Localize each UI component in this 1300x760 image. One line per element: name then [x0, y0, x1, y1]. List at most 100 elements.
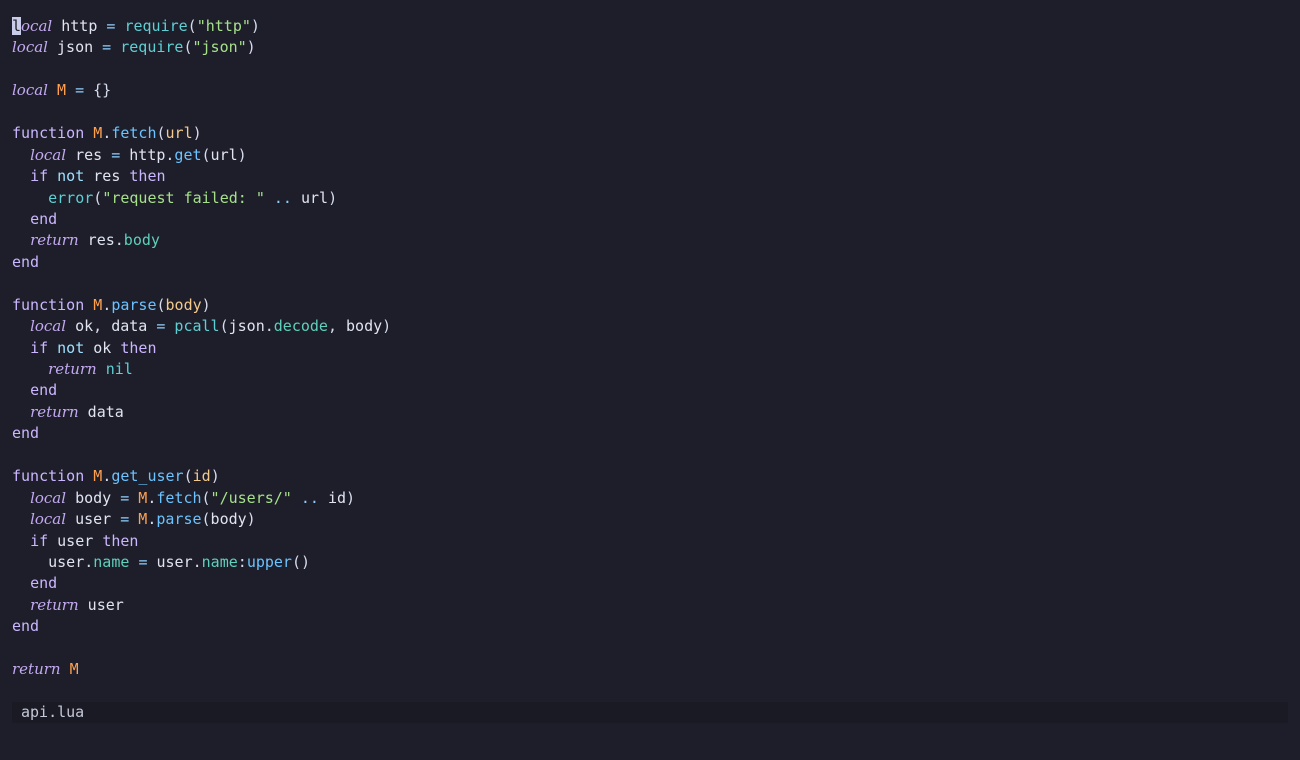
code-token: local	[30, 145, 67, 164]
code-line[interactable]: local res = http.get(url)	[12, 145, 391, 166]
code-token: local	[12, 81, 48, 100]
code-token: user	[147, 552, 193, 571]
code-token: return	[30, 231, 79, 250]
code-token: =	[120, 488, 130, 507]
code-line[interactable]	[12, 273, 391, 294]
code-token: end	[30, 209, 58, 228]
code-token: function	[12, 124, 85, 143]
code-line[interactable]: if not ok then	[12, 338, 391, 359]
code-token: .	[147, 510, 157, 529]
code-token: )	[246, 38, 256, 57]
code-token: then	[129, 167, 166, 186]
code-line[interactable]: local body = M.fetch("/users/" .. id)	[12, 488, 391, 509]
code-line[interactable]: if user then	[12, 531, 391, 552]
code-line[interactable]: local ok, data = pcall(json.decode, body…	[12, 316, 391, 337]
code-line[interactable]: end	[12, 573, 391, 594]
code-line[interactable]: user.name = user.name:upper()	[12, 552, 391, 573]
code-token: parse	[111, 295, 157, 314]
code-line[interactable]: function M.fetch(url)	[12, 123, 391, 144]
code-line[interactable]: end	[12, 209, 391, 230]
code-line[interactable]: local json = require("json")	[12, 37, 391, 58]
code-line[interactable]	[12, 638, 391, 659]
code-token: end	[30, 574, 58, 593]
code-line[interactable]: error("request failed: " .. url)	[12, 188, 391, 209]
code-line[interactable]: return data	[12, 402, 391, 423]
code-token: res	[66, 145, 112, 164]
code-line[interactable]: return M	[12, 659, 391, 680]
code-line[interactable]: return res.body	[12, 230, 391, 251]
code-token: .	[114, 231, 124, 250]
code-token: =	[111, 145, 121, 164]
code-token: M	[138, 488, 148, 507]
code-line[interactable]: end	[12, 616, 391, 637]
code-token: {}	[93, 81, 112, 100]
code-token: body	[165, 295, 202, 314]
code-token: local	[30, 488, 67, 507]
code-line[interactable]: function M.get_user(id)	[12, 466, 391, 487]
code-token: )	[192, 124, 202, 143]
code-token: http	[52, 17, 107, 35]
code-line[interactable]: local M = {}	[12, 80, 391, 101]
code-token: end	[30, 381, 58, 400]
code-token: require	[120, 38, 184, 57]
code-line[interactable]: return nil	[12, 359, 391, 380]
code-token: function	[12, 295, 85, 314]
code-token: return	[48, 360, 97, 378]
code-token: name	[93, 552, 130, 571]
code-line[interactable]: return user	[12, 595, 391, 616]
code-line[interactable]: if not res then	[12, 166, 391, 187]
code-token: id	[318, 488, 347, 507]
code-token: M	[69, 660, 79, 679]
code-line[interactable]: local http = require("http")	[12, 16, 391, 37]
code-token: M	[93, 124, 103, 143]
code-token: .	[84, 552, 94, 571]
code-token: http	[120, 145, 166, 164]
code-line[interactable]: function M.parse(body)	[12, 295, 391, 316]
text-cursor: l	[12, 17, 22, 35]
code-token: ..	[273, 188, 292, 207]
code-token: M	[57, 81, 67, 100]
code-token: function	[12, 467, 85, 486]
code-token: (	[156, 124, 166, 143]
code-token: error	[48, 188, 94, 207]
code-token: ocal	[21, 17, 53, 35]
code-line[interactable]	[12, 59, 391, 80]
code-token: )	[328, 188, 338, 207]
code-token: M	[93, 467, 103, 486]
code-line[interactable]: local user = M.parse(body)	[12, 509, 391, 530]
code-token: :	[237, 552, 247, 571]
code-token: =	[120, 510, 130, 529]
code-line[interactable]	[12, 445, 391, 466]
code-token: not	[57, 167, 85, 186]
code-token: local	[30, 317, 67, 336]
code-token: data	[102, 317, 157, 336]
code-area[interactable]: local http = require("http") local json =…	[12, 16, 391, 681]
code-token: =	[75, 81, 85, 100]
code-token: res	[78, 231, 115, 250]
code-token: url	[210, 145, 238, 164]
code-token: body	[210, 510, 247, 529]
code-token: (	[187, 17, 197, 35]
code-token: local	[12, 38, 48, 57]
code-editor[interactable]: local http = require("http") local json =…	[0, 0, 1300, 700]
code-line[interactable]: end	[12, 423, 391, 444]
code-token: .	[264, 317, 274, 336]
code-line[interactable]	[12, 102, 391, 123]
code-line[interactable]: end	[12, 380, 391, 401]
code-token: )	[250, 17, 260, 35]
code-line[interactable]: end	[12, 252, 391, 273]
code-token: end	[12, 424, 40, 443]
